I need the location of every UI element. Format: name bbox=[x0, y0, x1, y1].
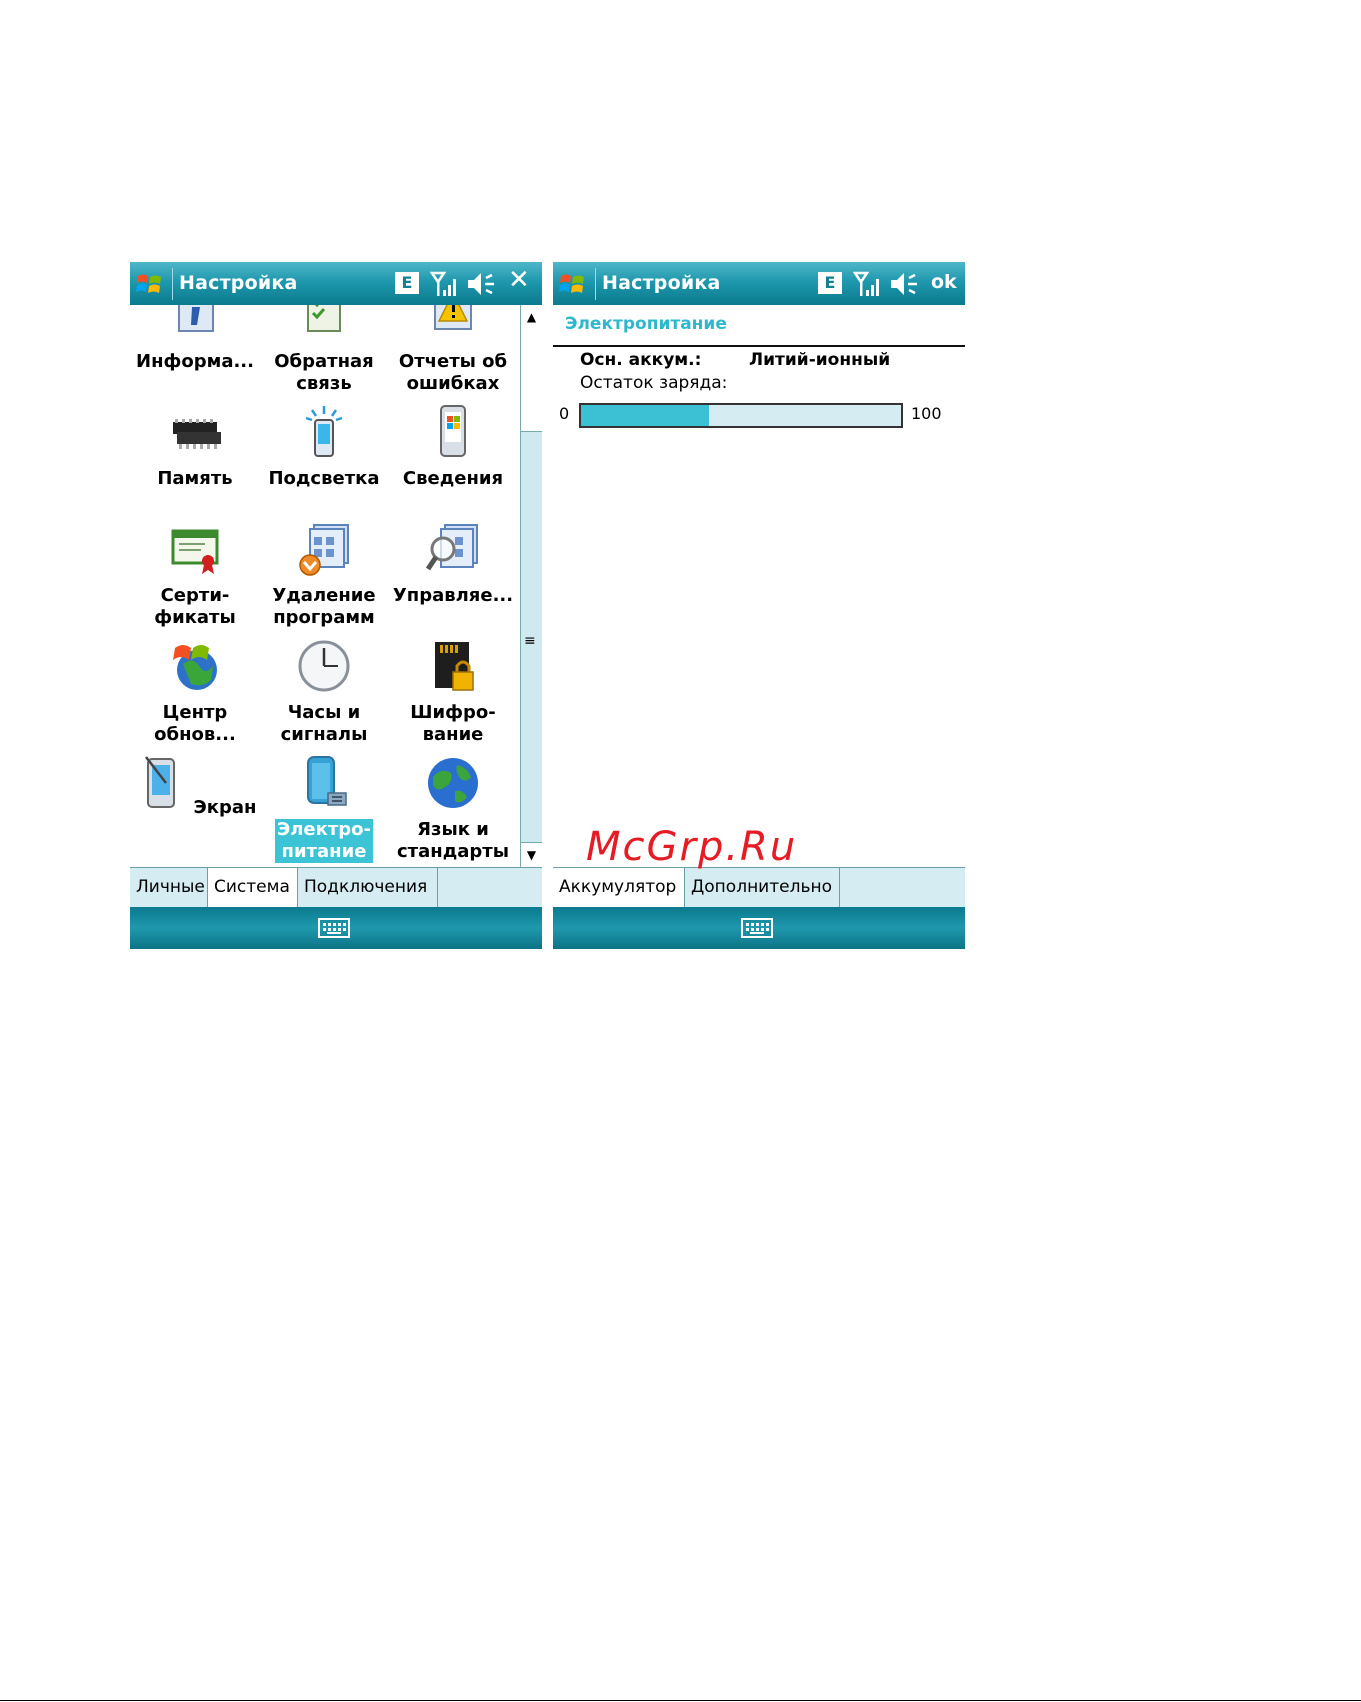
screen-icon bbox=[144, 756, 175, 808]
edge-network-icon: E bbox=[395, 272, 419, 294]
settings-item-label: Обратная связь bbox=[274, 351, 374, 394]
battery-type-value: Литий-ионный bbox=[749, 350, 891, 370]
battery-progress-bar bbox=[579, 403, 903, 428]
signal-icon[interactable] bbox=[430, 270, 458, 298]
ok-button[interactable]: ok bbox=[931, 271, 957, 293]
settings-item-label: Часы и сигналы bbox=[280, 702, 368, 745]
signal-icon[interactable] bbox=[853, 270, 881, 298]
close-button[interactable]: ✕ bbox=[508, 265, 530, 295]
settings-item-error-report[interactable]: Отчеты об ошибках bbox=[388, 305, 518, 395]
power-icon bbox=[307, 756, 347, 806]
settings-item-certificates[interactable]: Серти- фикаты bbox=[130, 519, 260, 629]
memory-icon bbox=[173, 419, 221, 449]
backlight-icon bbox=[305, 406, 343, 457]
scale-min-label: 0 bbox=[559, 404, 570, 423]
edge-network-icon: E bbox=[818, 272, 842, 294]
tab-connections[interactable]: Подключения bbox=[298, 868, 438, 907]
settings-item-globe[interactable]: Язык и стандарты bbox=[388, 753, 518, 863]
settings-item-power[interactable]: Электро- питание bbox=[259, 753, 389, 863]
battery-label: Осн. аккум.: bbox=[580, 350, 702, 370]
settings-item-screen[interactable]: Экран bbox=[130, 753, 260, 819]
title-bar: Настройка E ✕ bbox=[130, 262, 542, 305]
battery-progress-fill bbox=[581, 405, 709, 426]
speaker-muted-icon[interactable] bbox=[465, 270, 497, 298]
settings-item-label: Память bbox=[157, 468, 233, 489]
certificates-icon bbox=[171, 529, 219, 574]
settings-item-label: Информа... bbox=[136, 351, 254, 372]
clock-icon bbox=[298, 640, 350, 692]
tab-advanced[interactable]: Дополнительно bbox=[685, 868, 840, 907]
title-separator bbox=[172, 268, 173, 300]
settings-item-info[interactable]: Информа... bbox=[130, 305, 260, 373]
settings-item-label: Серти- фикаты bbox=[154, 585, 236, 628]
settings-icon-grid: Информа... Обратная связь Отчеты об ошибка… bbox=[130, 305, 518, 867]
app-title: Настройка bbox=[602, 272, 721, 294]
info-icon bbox=[178, 305, 214, 332]
scroll-thumb[interactable] bbox=[521, 329, 542, 432]
scroll-up-icon[interactable]: ▲ bbox=[521, 305, 542, 330]
section-title: Электропитание bbox=[565, 314, 727, 334]
settings-item-remove-programs[interactable]: Удаление программ bbox=[259, 519, 389, 629]
settings-item-label: Отчеты об ошибках bbox=[398, 351, 508, 394]
globe-icon bbox=[428, 758, 478, 808]
speaker-muted-icon[interactable] bbox=[888, 270, 920, 298]
app-title: Настройка bbox=[179, 272, 298, 294]
windows-start-icon[interactable] bbox=[134, 268, 166, 300]
watermark-text: McGrp.Ru bbox=[586, 824, 798, 870]
tab-system[interactable]: Система bbox=[208, 868, 298, 907]
managed-programs-icon bbox=[425, 524, 478, 571]
scroll-down-icon[interactable]: ▼ bbox=[521, 842, 542, 867]
settings-item-label: Управляе... bbox=[392, 585, 514, 606]
settings-item-label: Центр обнов... bbox=[154, 702, 236, 745]
settings-item-label: Подсветка bbox=[268, 468, 380, 489]
vertical-scrollbar[interactable]: ▲ ≡ ▼ bbox=[520, 305, 542, 867]
settings-item-memory[interactable]: Память bbox=[130, 402, 260, 490]
tab-strip: Личные Система Подключения bbox=[130, 867, 542, 908]
settings-item-label: Удаление программ bbox=[272, 585, 376, 628]
settings-item-backlight[interactable]: Подсветка bbox=[259, 402, 389, 490]
error-report-icon bbox=[434, 305, 472, 330]
remove-programs-icon bbox=[299, 524, 349, 576]
settings-item-label: Язык и стандарты bbox=[397, 819, 509, 862]
settings-item-managed-programs[interactable]: Управляе... bbox=[388, 519, 518, 607]
settings-item-label: Шифро- вание bbox=[410, 702, 496, 745]
keyboard-icon[interactable] bbox=[741, 918, 773, 938]
settings-item-feedback[interactable]: Обратная связь bbox=[259, 305, 389, 395]
title-bar: Настройка E ok bbox=[553, 262, 965, 305]
windows-start-icon[interactable] bbox=[557, 268, 589, 300]
remaining-charge-label: Остаток заряда: bbox=[580, 373, 728, 393]
tab-strip: Аккумулятор Дополнительно bbox=[553, 867, 965, 908]
tab-battery[interactable]: Аккумулятор bbox=[553, 868, 685, 907]
scale-max-label: 100 bbox=[911, 404, 942, 423]
encryption-icon bbox=[435, 642, 474, 691]
settings-item-label: Сведения bbox=[402, 468, 504, 489]
section-divider bbox=[553, 345, 965, 347]
scroll-grip-icon: ≡ bbox=[524, 633, 536, 649]
title-separator bbox=[595, 268, 596, 300]
settings-system-screen: Настройка E ✕ Информа... Обратная связь От… bbox=[130, 262, 542, 949]
menu-bar bbox=[553, 907, 965, 949]
about-icon bbox=[440, 405, 466, 457]
page-bottom-rule bbox=[0, 1700, 1361, 1701]
menu-bar bbox=[130, 907, 542, 949]
settings-item-encryption[interactable]: Шифро- вание bbox=[388, 636, 518, 746]
settings-item-about[interactable]: Сведения bbox=[388, 402, 518, 490]
feedback-icon bbox=[307, 305, 341, 332]
settings-item-update-center[interactable]: Центр обнов... bbox=[130, 636, 260, 746]
keyboard-icon[interactable] bbox=[318, 918, 350, 938]
update-center-icon bbox=[173, 645, 217, 690]
settings-item-label: Электро- питание bbox=[275, 819, 373, 863]
tab-personal[interactable]: Личные bbox=[130, 868, 208, 907]
settings-item-clock[interactable]: Часы и сигналы bbox=[259, 636, 389, 746]
settings-item-label: Экран bbox=[193, 797, 257, 818]
